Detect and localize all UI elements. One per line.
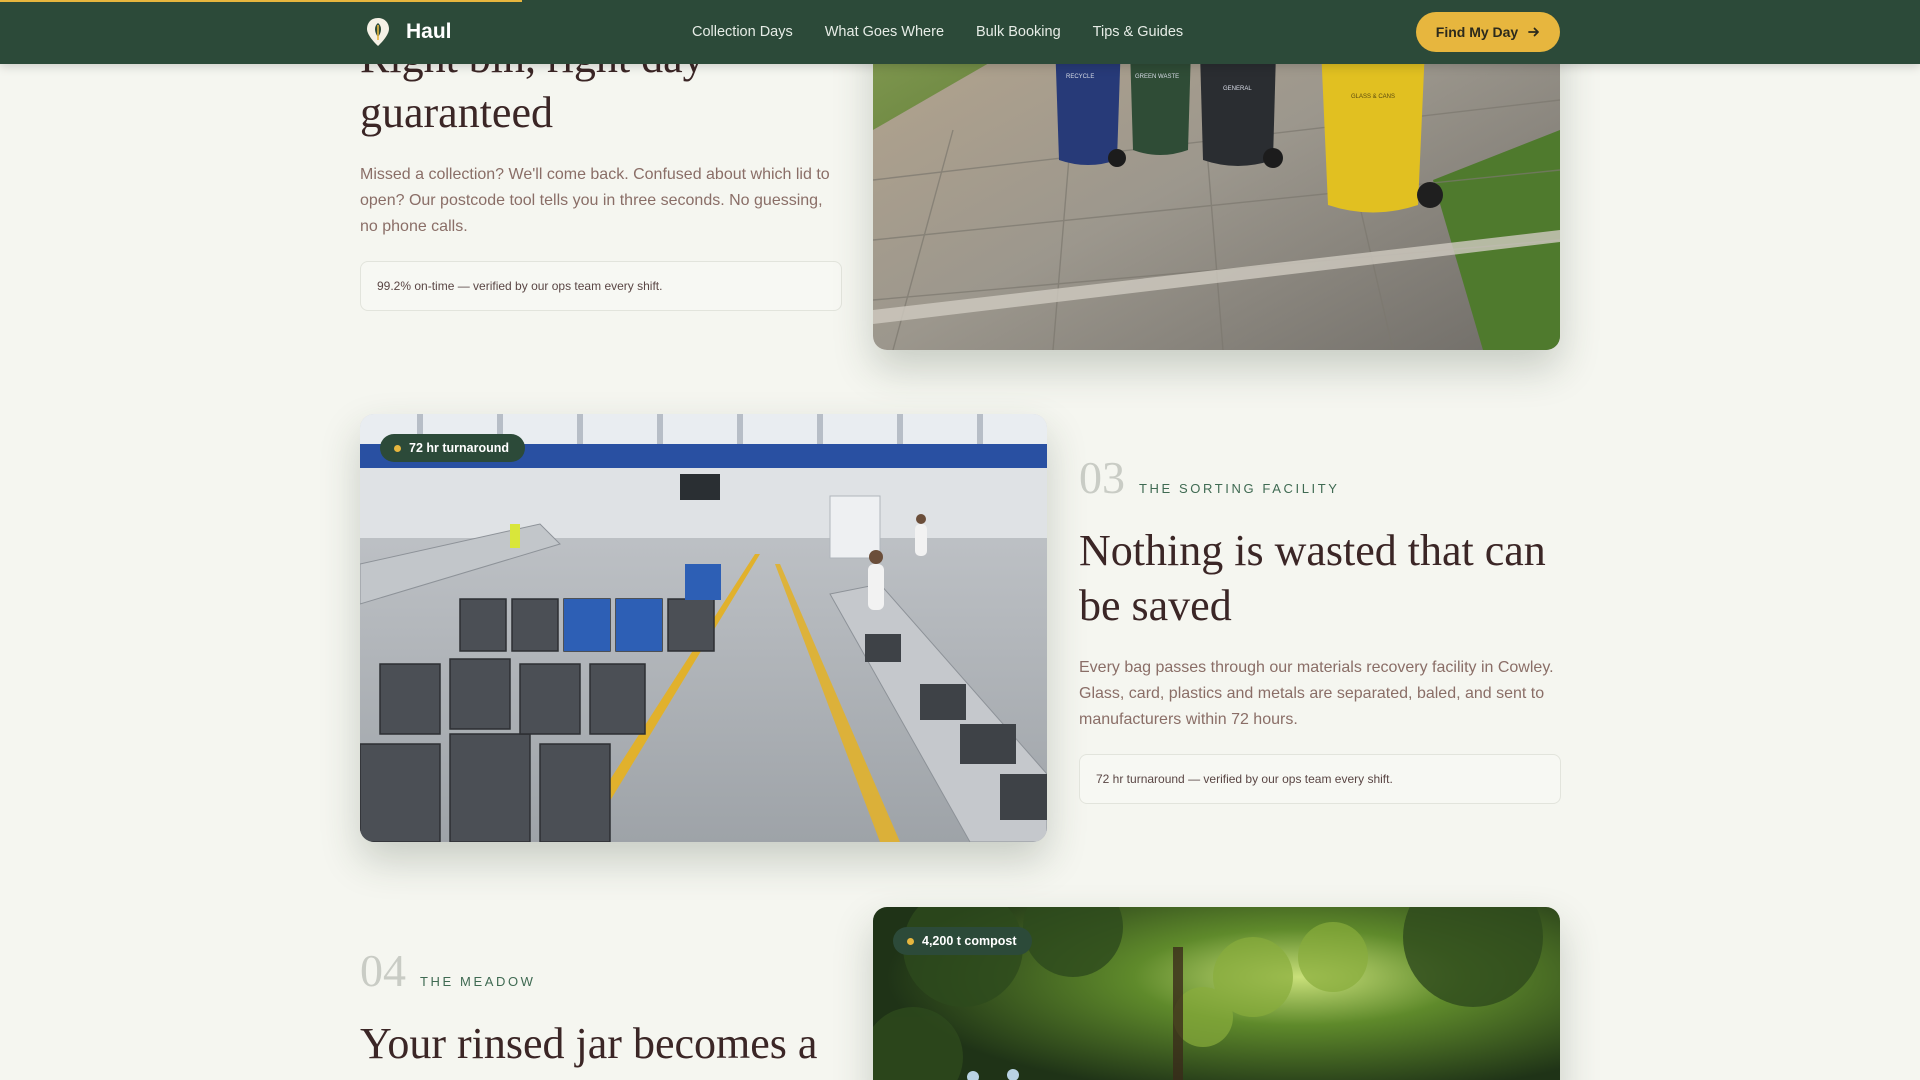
compost-badge: 4,200 t compost [893, 927, 1033, 955]
bin-label-recycle: RECYCLE [1066, 74, 1094, 80]
section-number: 03 [1079, 452, 1125, 503]
turnaround-badge: 72 hr turnaround [380, 434, 526, 462]
section-sorting-eyebrow: 03 THE SORTING FACILITY [1079, 455, 1561, 501]
brand-logo[interactable]: Haul [364, 16, 452, 48]
meadow-photo: 4,200 t compost [873, 907, 1560, 1080]
bin-label-general: GENERAL [1223, 86, 1252, 92]
section-sorting-body: Every bag passes through our materials r… [1079, 659, 1554, 728]
nav-bulk-booking[interactable]: Bulk Booking [976, 24, 1061, 40]
leaf-pin-icon [367, 18, 389, 46]
nav-what-goes-where[interactable]: What Goes Where [825, 24, 944, 40]
section-number: 04 [360, 945, 406, 996]
nav-collection-days[interactable]: Collection Days [692, 24, 793, 40]
scroll-progress-bar [0, 0, 523, 2]
section-sorting-note: 72 hr turnaround — verified by our ops t… [1079, 754, 1561, 804]
section-label: THE SORTING FACILITY [1139, 481, 1340, 496]
section-meadow-title: Your rinsed jar becomes a [360, 1019, 818, 1068]
brand-name: Haul [406, 20, 452, 43]
find-my-day-label: Find My Day [1435, 24, 1519, 40]
badge-dot-icon [394, 444, 401, 452]
facility-illustration [360, 414, 1047, 842]
bin-label-green: GREEN WASTE [1135, 74, 1179, 80]
arrow-right-icon [1528, 27, 1540, 37]
section-bins-note: 99.2% on-time — verified by our ops team… [360, 261, 842, 311]
section-meadow-text: 04 THE MEADOW Your rinsed jar becomes a [360, 948, 842, 1071]
bin-label-glass: GLASS & CANS [1351, 94, 1395, 100]
main-nav: Collection Days What Goes Where Bulk Boo… [692, 0, 1183, 64]
nav-tips-guides[interactable]: Tips & Guides [1093, 24, 1184, 40]
sorting-facility-photo: 72 hr turnaround [360, 414, 1047, 842]
compost-badge-label: 4,200 t compost [922, 934, 1017, 948]
section-sorting-text: 03 THE SORTING FACILITY Nothing is waste… [1079, 455, 1561, 804]
turnaround-badge-label: 72 hr turnaround [409, 441, 510, 455]
badge-dot-icon [907, 937, 914, 945]
section-label: THE MEADOW [420, 974, 536, 989]
section-bins-text: Right bin, right day guaranteed Missed a… [360, 30, 842, 311]
site-header: Haul Collection Days What Goes Where Bul… [0, 0, 1920, 64]
section-bins-body: Missed a collection? We'll come back. Co… [360, 166, 830, 235]
page: Haul Collection Days What Goes Where Bul… [0, 0, 1920, 1080]
find-my-day-button[interactable]: Find My Day [1416, 12, 1560, 52]
section-meadow-eyebrow: 04 THE MEADOW [360, 948, 842, 994]
section-sorting-title: Nothing is wasted that can be saved [1079, 526, 1546, 630]
